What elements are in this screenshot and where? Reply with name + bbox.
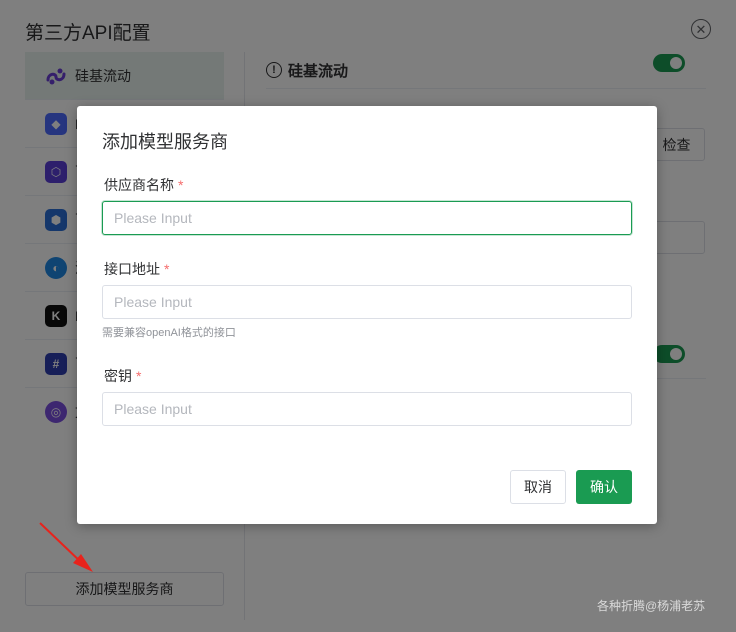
annotation-arrow-icon (39, 522, 93, 572)
watermark: 各种折腾@杨浦老苏 (597, 599, 706, 613)
